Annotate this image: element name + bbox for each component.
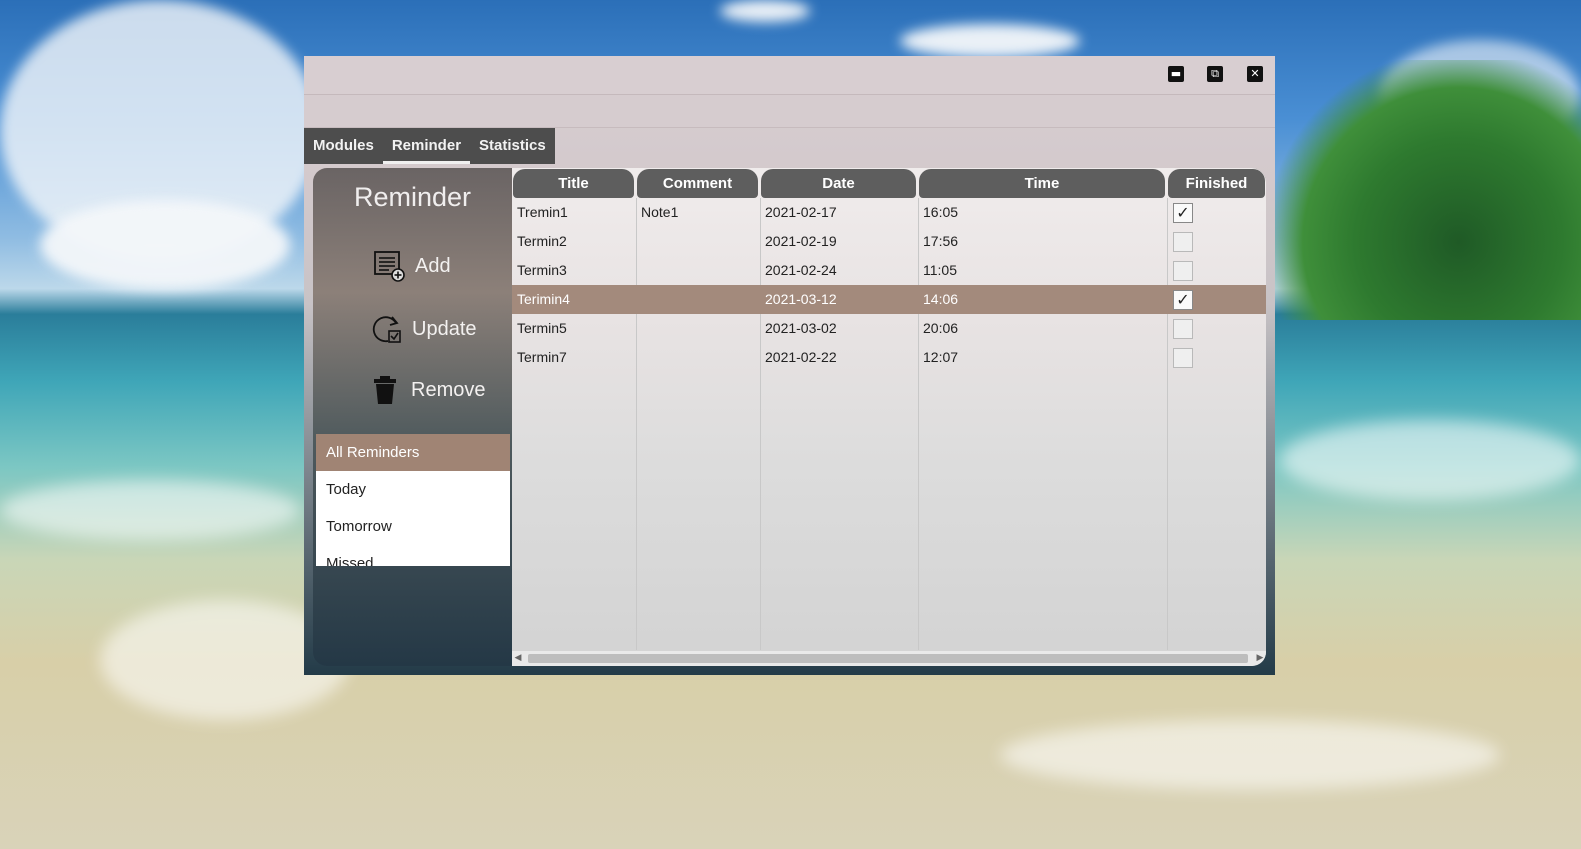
table-row[interactable]: Termin3 2021-02-24 11:05 — [512, 256, 1266, 285]
cell-time: 14:06 — [923, 291, 959, 307]
tab-bar: Modules Reminder Statistics — [304, 128, 555, 164]
close-button[interactable]: ✕ — [1247, 66, 1263, 82]
finished-checkbox[interactable]: ✓ — [1173, 290, 1193, 310]
cell-comment: Note1 — [641, 204, 679, 220]
scrollbar-thumb[interactable] — [528, 654, 1248, 663]
cell-date: 2021-02-19 — [765, 233, 837, 249]
cell-title: Tremin1 — [517, 204, 568, 220]
table-row[interactable]: Termin7 2021-02-22 12:07 — [512, 343, 1266, 372]
cell-time: 11:05 — [923, 262, 957, 278]
table-row[interactable]: Termin2 2021-02-19 17:56 — [512, 227, 1266, 256]
check-icon: ✓ — [1176, 203, 1190, 222]
check-icon: ✓ — [1176, 290, 1190, 309]
filter-list: All Reminders Today Tomorrow Missed — [316, 434, 510, 566]
cell-date: 2021-02-22 — [765, 349, 837, 365]
tab-modules[interactable]: Modules — [304, 128, 383, 164]
remove-label: Remove — [411, 378, 486, 401]
cell-time: 12:07 — [923, 349, 959, 365]
tab-reminder[interactable]: Reminder — [383, 128, 470, 164]
filter-all-reminders[interactable]: All Reminders — [316, 434, 510, 471]
column-header-comment[interactable]: Comment — [637, 169, 758, 198]
cell-title: Termin7 — [517, 349, 567, 365]
restore-button[interactable]: ⧉ — [1207, 66, 1223, 82]
tab-statistics[interactable]: Statistics — [470, 128, 555, 164]
minimize-button[interactable]: ▬ — [1168, 66, 1184, 82]
finished-checkbox[interactable] — [1173, 319, 1193, 339]
table-row[interactable]: Terimin4 2021-03-12 14:06 ✓ — [512, 285, 1266, 314]
trash-icon — [374, 376, 396, 404]
add-list-icon — [374, 251, 405, 282]
horizontal-scrollbar[interactable]: ◀ ▶ — [512, 651, 1266, 666]
remove-button[interactable]: Remove — [369, 374, 485, 406]
menu-bar — [304, 95, 1275, 128]
cell-date: 2021-02-24 — [765, 262, 837, 278]
cell-title: Terimin4 — [517, 291, 570, 307]
finished-checkbox[interactable] — [1173, 261, 1193, 281]
app-window: ▬ ⧉ ✕ Modules Reminder Statistics Remind… — [304, 56, 1275, 675]
finished-checkbox[interactable] — [1173, 232, 1193, 252]
scroll-left-icon[interactable]: ◀ — [512, 651, 524, 666]
refresh-check-icon — [372, 316, 401, 343]
title-bar[interactable]: ▬ ⧉ ✕ — [304, 56, 1275, 95]
finished-checkbox[interactable] — [1173, 348, 1193, 368]
reminder-table: Title Comment Date Time Finished Tremin1… — [512, 168, 1266, 666]
cell-title: Termin2 — [517, 233, 567, 249]
cell-date: 2021-02-17 — [765, 204, 837, 220]
column-header-title[interactable]: Title — [513, 169, 634, 198]
sidebar-title: Reminder — [353, 182, 472, 212]
column-header-date[interactable]: Date — [761, 169, 916, 198]
filter-today[interactable]: Today — [316, 471, 510, 508]
cell-time: 17:56 — [923, 233, 959, 249]
cell-time: 16:05 — [923, 204, 959, 220]
table-row[interactable]: Tremin1 Note1 2021-02-17 16:05 ✓ — [512, 198, 1266, 227]
cell-title: Termin3 — [517, 262, 567, 278]
cell-title: Termin5 — [517, 320, 567, 336]
cell-time: 20:06 — [923, 320, 959, 336]
scroll-right-icon[interactable]: ▶ — [1254, 651, 1266, 666]
filter-missed[interactable]: Missed — [316, 545, 510, 566]
add-label: Add — [415, 254, 451, 277]
filter-tomorrow[interactable]: Tomorrow — [316, 508, 510, 545]
sidebar: Reminder Add Update Remove All Reminders… — [313, 168, 512, 666]
finished-checkbox[interactable]: ✓ — [1173, 203, 1193, 223]
cell-date: 2021-03-02 — [765, 320, 837, 336]
reminder-panel: Reminder Add Update Remove All Reminders… — [313, 168, 1266, 666]
add-button[interactable]: Add — [373, 250, 451, 282]
column-header-time[interactable]: Time — [919, 169, 1165, 198]
update-label: Update — [412, 317, 477, 340]
column-header-finished[interactable]: Finished — [1168, 169, 1265, 198]
update-button[interactable]: Update — [370, 313, 477, 345]
cell-date: 2021-03-12 — [765, 291, 837, 307]
table-row[interactable]: Termin5 2021-03-02 20:06 — [512, 314, 1266, 343]
